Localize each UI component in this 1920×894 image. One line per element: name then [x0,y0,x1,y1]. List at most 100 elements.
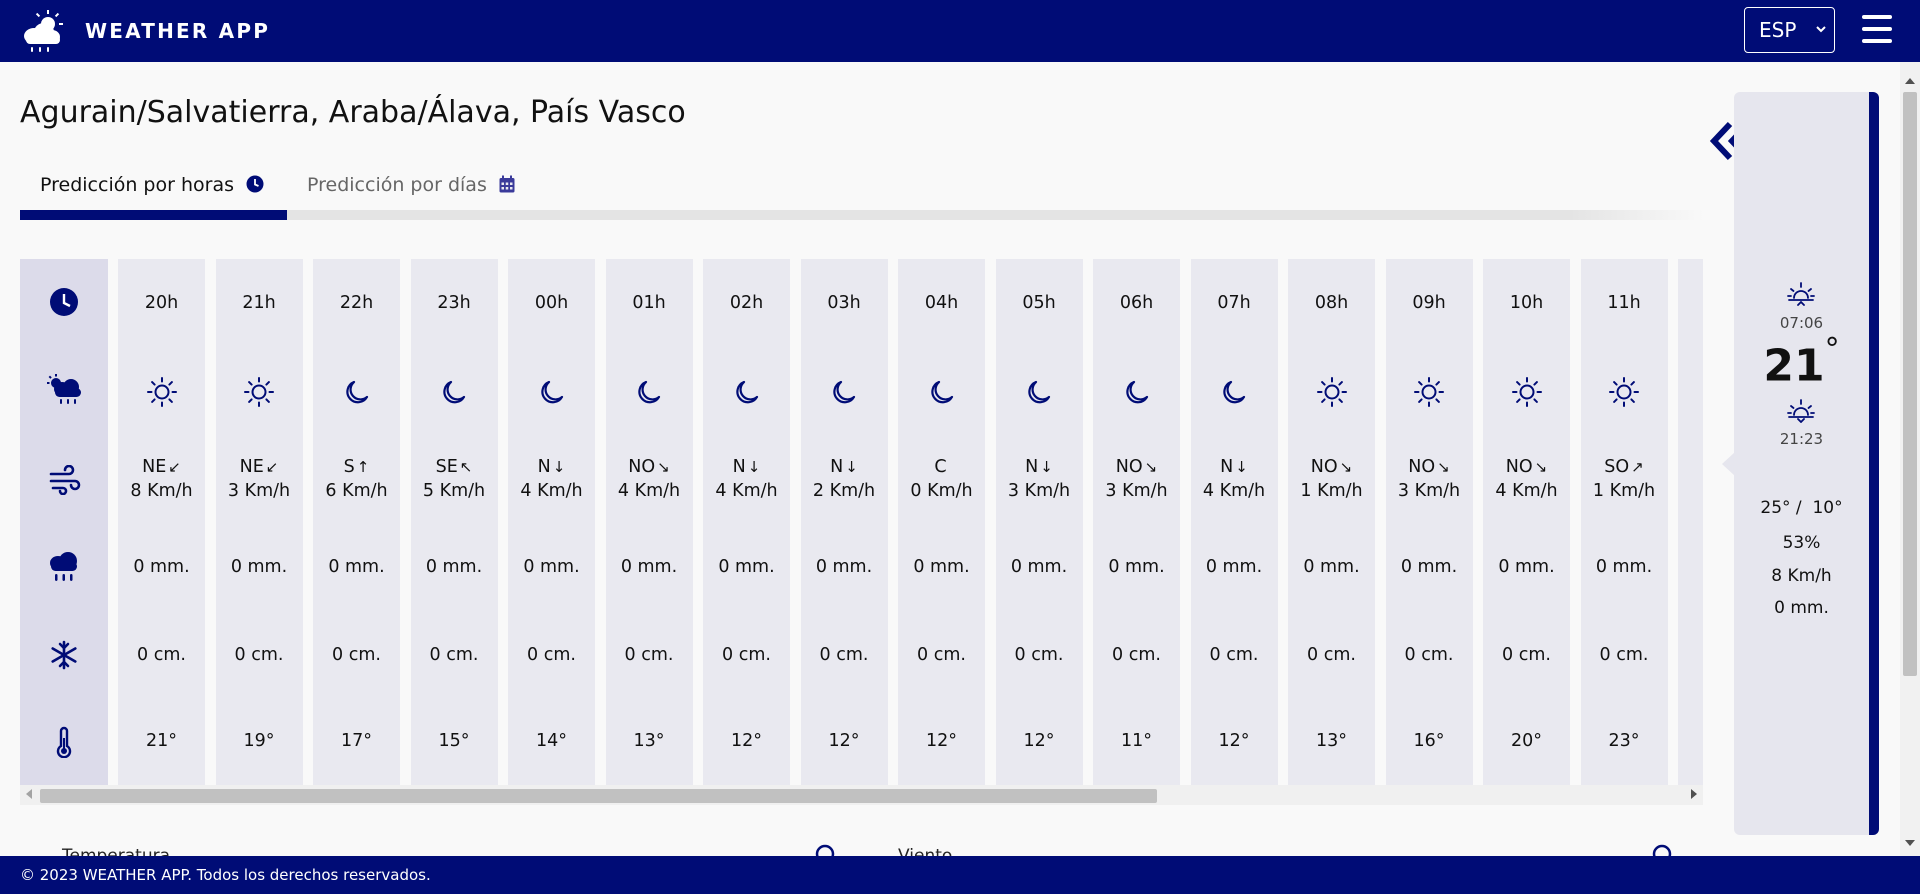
wind-speed: 3 Km/h [227,481,291,501]
hour-label: 02h [729,293,764,313]
snow-amount: 0 cm. [1502,645,1551,665]
wind-cell: NO ↘ 3 Km/h [1386,455,1473,503]
tab-daily-forecast[interactable]: Predicción por días [307,174,515,196]
horizontal-scrollbar[interactable] [20,785,1703,805]
hour-column[interactable]: 02h N ↓ 4 Km/h 0 mm. 0 cm. 12° [703,259,790,785]
rain-amount: 0 mm. [1108,557,1165,577]
hour-column[interactable]: 05h N ↓ 3 Km/h 0 mm. 0 cm. 12° [995,259,1083,785]
sun-icon [1414,377,1444,407]
hour-column[interactable]: 04h C 0 Km/h 0 mm. 0 cm. 12° [898,259,985,785]
tab-label: Predicción por horas [40,174,234,196]
hour-label: 00h [534,293,569,313]
hourly-forecast-table[interactable]: 20h NE ↙ 8 Km/h 0 mm. 0 cm. 21° 21h NE ↙ 3 Km/h 0 m… [20,259,1703,785]
page-footer: © 2023 WEATHER APP. Todos los derechos r… [0,856,1920,894]
tab-hourly-forecast[interactable]: Predicción por horas [40,174,264,196]
hour-column[interactable]: 20h NE ↙ 8 Km/h 0 mm. 0 cm. 21° [118,259,205,785]
wind-cell: N ↓ 4 Km/h [508,455,595,503]
hour-column[interactable]: 01h NO ↘ 4 Km/h 0 mm. 0 cm. 13° [605,259,693,785]
temperature-value: 12° [925,731,958,751]
wind-direction-arrow-icon: ↓ [747,458,761,476]
language-select[interactable]: ESP [1744,7,1835,53]
wind-cell: C 0 Km/h [898,455,985,503]
temperature-value: 13° [1315,731,1348,751]
language-select-value: ESP [1759,18,1797,42]
wind-direction-label: C [934,457,947,477]
moon-icon [1028,380,1051,404]
hour-column[interactable]: 22h S ↑ 6 Km/h 0 mm. 0 cm. 17° [313,259,400,785]
wind-cell: NE ↙ 8 Km/h [118,455,205,503]
wind-direction: NE ↙ [216,455,303,479]
wind-direction-arrow-icon: ↗ [1631,458,1644,476]
hour-label: 08h [1314,293,1349,313]
wind-direction-arrow-icon: ↙ [265,458,279,476]
rain-amount: 0 mm. [425,557,483,577]
snow-amount: 0 cm. [137,645,186,665]
wind-direction-label: NE [239,457,264,477]
scroll-down-arrow-icon[interactable] [1905,840,1915,846]
wind-direction: NE ↙ [118,455,205,479]
wind-direction-label: N [1025,457,1039,477]
hamburger-line [1862,39,1892,43]
thermometer-icon [56,726,72,758]
hour-column[interactable]: 03h N ↓ 2 Km/h 0 mm. 0 cm. 12° [800,259,888,785]
location-title: Agurain/Salvatierra, Araba/Álava, País V… [20,95,686,130]
hour-column[interactable]: 06h NO ↘ 3 Km/h 0 mm. 0 cm. 11° [1093,259,1180,785]
clock-icon [50,288,78,316]
scroll-left-arrow-icon[interactable] [26,789,32,799]
sky-condition [216,375,303,409]
sky-condition [1191,375,1278,409]
hour-column[interactable]: 21h NE ↙ 3 Km/h 0 mm. 0 cm. 19° [215,259,303,785]
temperature-value: 11° [1120,731,1153,751]
hour-label: 09h [1412,293,1446,313]
app-title[interactable]: WEATHER APP [85,19,270,43]
hour-column[interactable]: 00h N ↓ 4 Km/h 0 mm. 0 cm. 14° [508,259,595,785]
rain-amount: 0 mm. [133,557,190,577]
scroll-right-arrow-icon[interactable] [1691,789,1697,799]
wind-direction: SE ↖ [411,455,498,479]
wind-direction: N ↓ [703,455,790,479]
wind-direction-label: N [732,457,746,477]
hour-column[interactable]: 07h N ↓ 4 Km/h 0 mm. 0 cm. 12° [1190,259,1278,785]
wind-direction-label: SE [435,457,458,477]
vertical-scrollbar[interactable] [1900,62,1920,856]
wind-speed: 3 Km/h [1105,481,1168,501]
weather-cloud-sun-rain-icon [47,374,81,404]
hour-label: 23h [437,293,471,313]
menu-hamburger-button[interactable] [1862,15,1892,43]
hour-column[interactable]: 08h NO ↘ 1 Km/h 0 mm. 0 cm. 13° [1288,259,1375,785]
wind-cell: N ↓ 4 Km/h [1191,455,1278,503]
vertical-scrollbar-thumb[interactable] [1903,92,1917,676]
rain-amount: 0 mm. [1010,557,1068,577]
rain-amount: 0 mm. [1498,557,1555,577]
wind-speed: 1 Km/h [1300,481,1363,501]
sky-condition [411,375,498,409]
scroll-up-arrow-icon[interactable] [1905,78,1915,84]
rain-amount: 0 mm. [815,557,873,577]
hour-column[interactable]: 1 0 0 [1678,259,1703,785]
snow-amount: 0 cm. [332,645,381,665]
hour-column[interactable]: 09h NO ↘ 3 Km/h 0 mm. 0 cm. 16° [1385,259,1473,785]
temperature-value: 13° [633,731,665,751]
temperature-value: 16° [1413,731,1445,751]
wind-direction-label: N [1220,457,1234,477]
moon-icon [540,380,563,404]
rain-amount: 0 mm. [718,557,775,577]
moon-icon [735,380,758,404]
wind-direction: N ↓ [508,455,595,479]
hour-label: 10h [1509,293,1544,313]
hour-column[interactable]: 11h SO ↗ 1 Km/h 0 mm. 0 cm. 23° [1580,259,1668,785]
wind-direction-arrow-icon: ↓ [552,458,566,476]
calendar-icon [499,175,515,193]
moon-icon [833,380,856,404]
sun-icon [1609,377,1639,407]
wind-cell: NO ↘ 4 Km/h [606,455,693,503]
sky-condition [996,375,1083,409]
horizontal-scrollbar-thumb[interactable] [40,789,1157,803]
hour-column[interactable]: 23h SE ↖ 5 Km/h 0 mm. 0 cm. 15° [410,259,498,785]
weather-cloud-sun-icon[interactable] [20,10,66,54]
max-min-temperature: 25° / 10° [1734,498,1869,518]
wind-direction [1678,455,1703,479]
current-weather-panel [1734,92,1879,835]
hour-column[interactable]: 10h NO ↘ 4 Km/h 0 mm. 0 cm. 20° [1483,259,1570,785]
rain-amount: 0 mm. [230,557,288,577]
